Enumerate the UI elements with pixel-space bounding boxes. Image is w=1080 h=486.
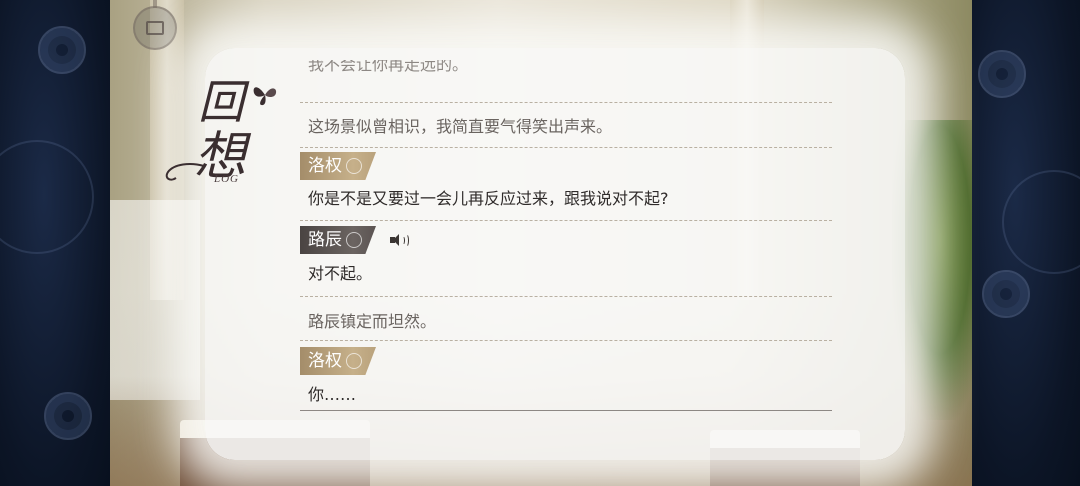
log-divider <box>300 410 832 411</box>
speaker-name: 洛权 <box>300 152 376 180</box>
menu-circle-icon[interactable] <box>133 0 177 50</box>
log-dialogue: 你…… <box>308 385 357 404</box>
rose-icon <box>346 232 362 248</box>
log-divider <box>300 340 832 341</box>
speaker-name: 路辰 <box>300 226 376 254</box>
veil <box>110 200 200 400</box>
log-narration: 这场景似曾相识，我简直要气得笑出声来。 <box>308 117 613 136</box>
log-dialogue: 你是不是又要过一会儿再反应过来，跟我说对不起? <box>308 189 669 208</box>
vine-ornament <box>1002 170 1080 274</box>
speaker-tag: 洛权 <box>300 152 376 180</box>
speaker-icon[interactable] <box>390 233 412 247</box>
vine-ornament <box>0 140 94 254</box>
butterfly-icon <box>253 87 277 106</box>
swirl-ornament <box>165 163 205 181</box>
rose-icon <box>346 158 362 174</box>
rose-icon <box>346 353 362 369</box>
left-side-panel <box>0 0 110 486</box>
log-title: 回 想 LOG <box>160 66 290 191</box>
log-title-sub: LOG <box>214 173 240 185</box>
right-side-panel <box>972 0 1080 486</box>
log-divider <box>300 102 832 103</box>
log-divider <box>300 147 832 148</box>
log-narration: 路辰镇定而坦然。 <box>308 312 437 331</box>
log-divider <box>300 220 832 221</box>
rose-ornament <box>38 26 86 74</box>
rose-ornament <box>978 50 1026 98</box>
rose-ornament <box>44 392 92 440</box>
log-dialogue: 对不起。 <box>308 264 373 283</box>
speaker-name: 洛权 <box>300 347 376 375</box>
log-divider <box>300 296 832 297</box>
rose-ornament <box>982 270 1030 318</box>
log-partial-line: 我不会让你再走远的。 <box>308 60 469 74</box>
gem-icon <box>146 21 164 35</box>
speaker-tag: 路辰 <box>300 226 412 254</box>
speaker-tag: 洛权 <box>300 347 376 375</box>
dialogue-log-list[interactable]: 我不会让你再走远的。 这场景似曾相识，我简直要气得笑出声来。 洛权 你是不是又要… <box>300 60 832 420</box>
